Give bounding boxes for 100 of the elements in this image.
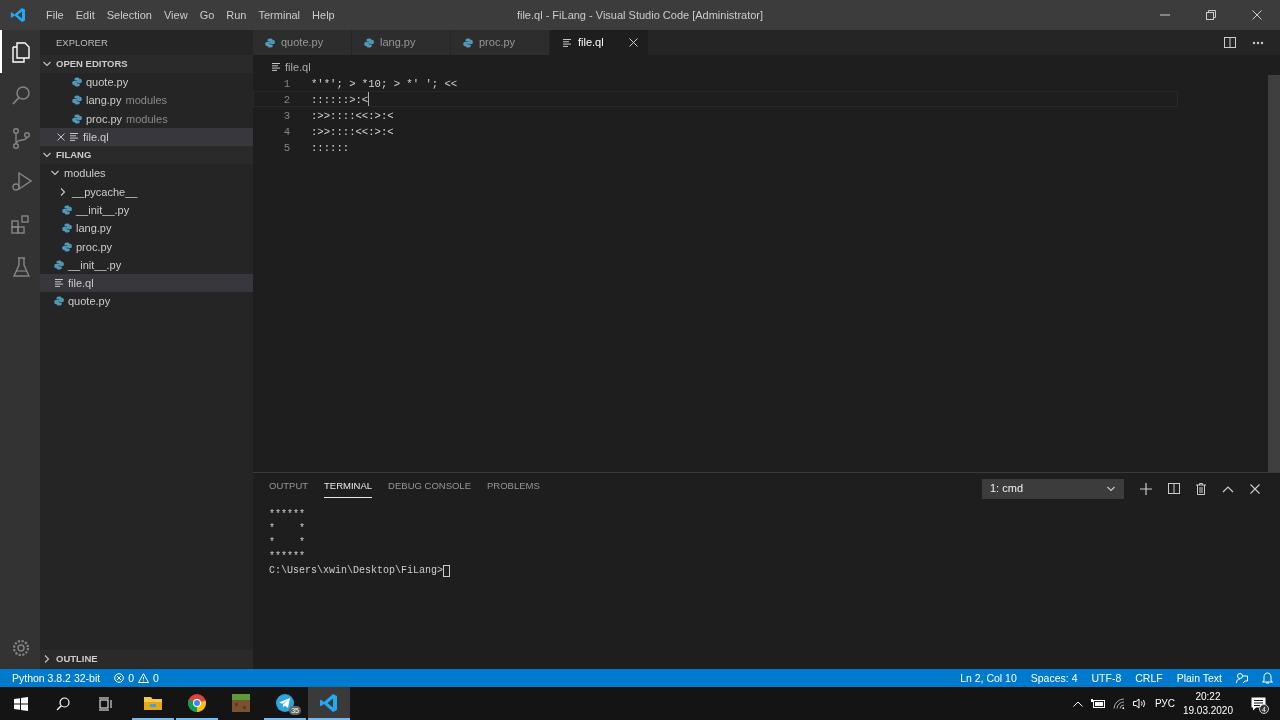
search-icon[interactable]: [56, 696, 70, 711]
file-name: quote.py: [86, 75, 129, 91]
problems-status[interactable]: 0 0: [107, 669, 166, 687]
new-terminal-icon[interactable]: [1140, 482, 1152, 495]
taskbar-app[interactable]: [308, 687, 350, 720]
clock[interactable]: 20:22 19.03.2020: [1182, 689, 1233, 718]
scroll-thumb[interactable]: [1268, 75, 1280, 472]
status-item[interactable]: Plain Text: [1169, 669, 1229, 687]
open-editor-item[interactable]: proc.py modules: [40, 109, 253, 128]
section-header[interactable]: OUTLINE: [40, 650, 253, 668]
menu-item[interactable]: Edit: [69, 0, 101, 30]
editor-tab[interactable]: quote.py: [253, 30, 352, 55]
status-item[interactable]: Ln 2, Col 10: [953, 669, 1024, 687]
close-icon[interactable]: [629, 38, 638, 47]
code-editor-icon: [319, 692, 339, 713]
panel-tab[interactable]: DEBUG CONSOLE: [388, 478, 471, 499]
menu-item[interactable]: Selection: [100, 0, 158, 30]
split-terminal-icon[interactable]: [1168, 483, 1180, 494]
panel-tab[interactable]: OUTPUT: [269, 478, 309, 499]
menu-item[interactable]: Terminal: [252, 0, 307, 30]
file-name: proc.py: [76, 239, 113, 255]
tab-label: file.ql: [578, 35, 604, 51]
browser-icon: [187, 692, 207, 713]
close-icon[interactable]: [1252, 10, 1262, 20]
tree-item[interactable]: modules: [40, 164, 253, 183]
chevron-right-icon[interactable]: [58, 186, 68, 197]
tab-label: proc.py: [479, 35, 516, 51]
panel-tab[interactable]: TERMINAL: [324, 478, 373, 499]
editor-tab[interactable]: proc.py: [451, 30, 550, 55]
chevron-up-icon[interactable]: [1222, 484, 1234, 493]
open-editor-item[interactable]: file.ql: [40, 127, 253, 147]
run-debug-icon[interactable]: [10, 169, 32, 192]
file-name: lang.py: [86, 93, 122, 109]
code-line: *'*'; > *10; > *' '; <<: [311, 77, 458, 90]
status-item[interactable]: Python 3.8.2 32-bit: [5, 669, 108, 687]
menu-item[interactable]: File: [40, 0, 70, 30]
speaker-icon[interactable]: [1132, 698, 1147, 709]
folder-name: modules: [64, 166, 106, 182]
file-name: proc.py: [86, 111, 123, 127]
tree-item[interactable]: proc.py: [40, 237, 253, 256]
bell-icon[interactable]: [1262, 672, 1273, 684]
menu-item[interactable]: Go: [193, 0, 221, 30]
line-number: 1: [282, 77, 291, 90]
menu-item[interactable]: View: [157, 0, 194, 30]
folder-hint: modules: [125, 93, 168, 109]
input-language[interactable]: РУС: [1154, 696, 1175, 711]
wifi-icon[interactable]: [1112, 698, 1125, 709]
text-cursor: [368, 92, 370, 106]
python-file-icon: [364, 37, 374, 48]
split-editor-icon[interactable]: [1224, 37, 1236, 48]
tree-item[interactable]: __init__.py: [40, 255, 253, 274]
status-item[interactable]: CRLF: [1128, 669, 1170, 687]
terminal-select[interactable]: 1: cmd: [982, 478, 1124, 499]
section-title: FILANG: [56, 148, 92, 163]
text-file-icon: [562, 37, 572, 48]
close-icon[interactable]: [1250, 483, 1260, 494]
restore-icon[interactable]: [1206, 10, 1216, 20]
file-name: __init__.py: [76, 202, 130, 218]
section-header[interactable]: OPEN EDITORS: [40, 55, 253, 73]
more-icon[interactable]: [1252, 40, 1264, 45]
window-title: file.ql - FiLang - Visual Studio Code [Administrator]: [516, 8, 764, 23]
panel-tab[interactable]: PROBLEMS: [487, 478, 540, 499]
tree-item[interactable]: quote.py: [40, 292, 253, 311]
menu-item[interactable]: Help: [306, 0, 341, 30]
python-file-icon: [463, 37, 473, 48]
tree-item[interactable]: lang.py: [40, 219, 253, 238]
open-editor-item[interactable]: quote.py: [40, 73, 253, 92]
tree-item[interactable]: __pycache__: [40, 182, 253, 201]
code-line: :>>::::<<:>:<: [311, 109, 394, 122]
terminal-line: C:\Users\xwin\Desktop\FiLang>: [269, 564, 444, 578]
status-item[interactable]: Spaces: 4: [1023, 669, 1085, 687]
terminal-line: * *: [269, 536, 305, 550]
start-icon[interactable]: [14, 696, 28, 711]
source-control-icon[interactable]: [10, 126, 32, 149]
extensions-icon[interactable]: [10, 212, 32, 235]
battery-icon[interactable]: [1090, 699, 1105, 708]
files-icon[interactable]: [10, 40, 32, 63]
open-editor-item[interactable]: lang.py modules: [40, 91, 253, 110]
chevron-right-icon[interactable]: [42, 654, 52, 664]
feedback-icon[interactable]: [1236, 672, 1248, 684]
code-line: ::::::>:<: [311, 93, 369, 106]
status-item[interactable]: UTF-8: [1084, 669, 1129, 687]
section-header[interactable]: FILANG: [40, 146, 253, 165]
tree-item[interactable]: file.ql: [40, 273, 253, 293]
text-file-icon: [54, 278, 64, 289]
file-name: __init__.py: [68, 257, 122, 273]
editor-tab[interactable]: lang.py: [352, 30, 451, 55]
python-file-icon: [72, 113, 82, 124]
menu-item[interactable]: Run: [220, 0, 253, 30]
settings-icon[interactable]: [11, 637, 31, 658]
editor-tab[interactable]: file.ql: [550, 30, 649, 55]
close-icon[interactable]: [57, 133, 65, 142]
tree-item[interactable]: __init__.py: [40, 200, 253, 220]
chevron-down-icon[interactable]: [42, 59, 52, 69]
python-file-icon: [54, 296, 64, 307]
task-view-icon[interactable]: [97, 696, 113, 711]
flask-icon[interactable]: [10, 255, 32, 278]
breadcrumb-item[interactable]: file.ql: [285, 58, 311, 76]
text-file-icon: [69, 132, 79, 143]
trash-icon[interactable]: [1196, 482, 1206, 495]
